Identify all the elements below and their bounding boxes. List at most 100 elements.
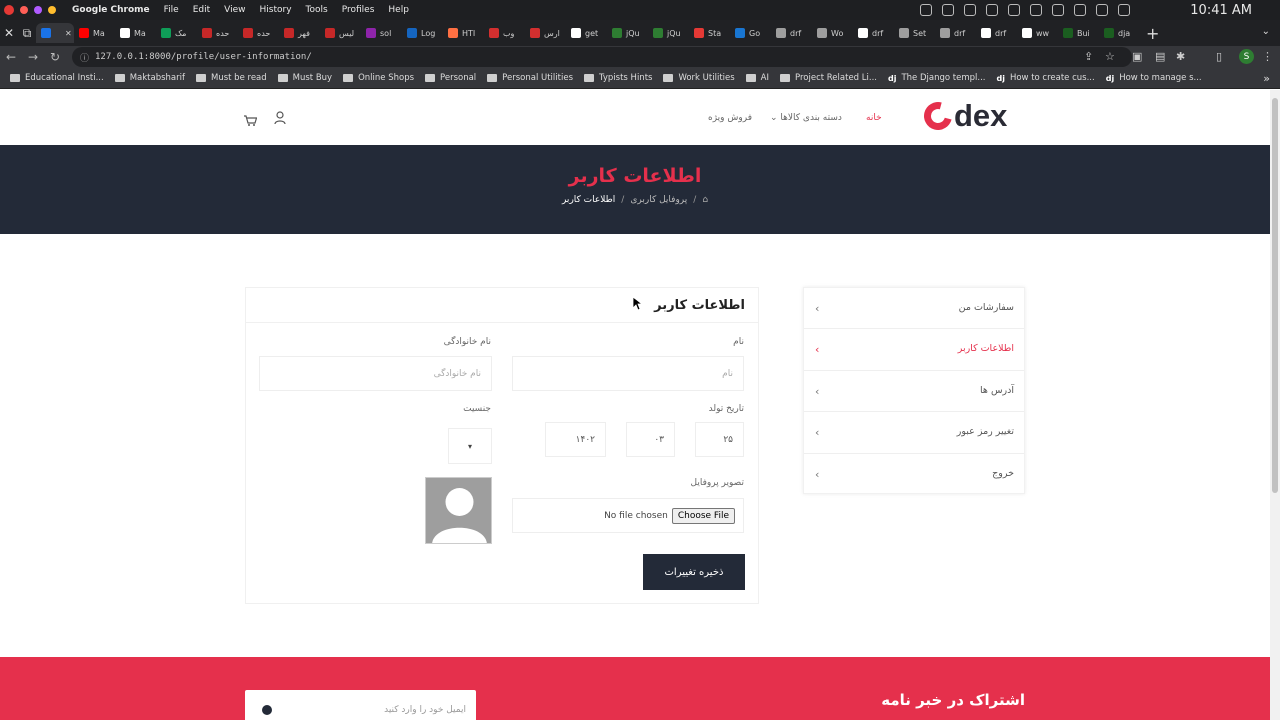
browser-tab[interactable]: drf bbox=[976, 23, 1017, 43]
save-button[interactable]: ذخیره تغییرات bbox=[643, 554, 745, 590]
menu-view[interactable]: View bbox=[224, 5, 245, 15]
bookmark-item[interactable]: AI bbox=[745, 73, 769, 83]
menu-profiles[interactable]: Profiles bbox=[342, 5, 375, 15]
menu-edit[interactable]: Edit bbox=[193, 5, 210, 15]
browser-tab[interactable]: sol bbox=[361, 23, 402, 43]
zoom-window-icon[interactable] bbox=[48, 6, 56, 14]
browser-tab[interactable]: drf bbox=[935, 23, 976, 43]
browser-tab[interactable]: drf bbox=[771, 23, 812, 43]
browser-tab[interactable]: drf bbox=[853, 23, 894, 43]
sidebar-item[interactable]: ‹ خروج bbox=[804, 454, 1024, 495]
subscribe-button[interactable] bbox=[262, 705, 272, 715]
app-icon[interactable] bbox=[964, 4, 976, 16]
browser-tab[interactable]: get bbox=[566, 23, 607, 43]
browser-tab[interactable]: Bui bbox=[1058, 23, 1099, 43]
browser-tab[interactable]: ww bbox=[1017, 23, 1058, 43]
battery-icon[interactable] bbox=[1096, 4, 1108, 16]
browser-tab[interactable]: Log bbox=[402, 23, 443, 43]
apple-logo-icon[interactable] bbox=[4, 5, 14, 15]
screenshot-icon[interactable] bbox=[942, 4, 954, 16]
bookmark-item[interactable]: Typists Hints bbox=[584, 73, 652, 83]
nav-categories[interactable]: ⌄ دسته بندی کالاها bbox=[770, 113, 842, 123]
share-icon[interactable]: ⇪ bbox=[1084, 50, 1093, 63]
browser-tab[interactable]: فهر bbox=[279, 23, 320, 43]
nav-home[interactable]: خانه bbox=[866, 113, 882, 123]
first-name-input[interactable]: نام bbox=[512, 356, 744, 391]
browser-tab[interactable]: Ma bbox=[115, 23, 156, 43]
close-window-icon[interactable] bbox=[20, 6, 28, 14]
bookmark-item[interactable]: Work Utilities bbox=[663, 73, 735, 83]
browser-tab[interactable]: Ma bbox=[74, 23, 115, 43]
bookmark-item[interactable]: dj The Django templ... bbox=[888, 73, 986, 83]
bookmark-item[interactable]: dj How to create cus... bbox=[996, 73, 1094, 83]
browser-tab[interactable]: HTI bbox=[443, 23, 484, 43]
gender-select[interactable]: ▾ bbox=[448, 428, 492, 464]
display-icon[interactable] bbox=[1008, 4, 1020, 16]
choose-file-button[interactable]: Choose File bbox=[671, 507, 735, 524]
sidebar-item[interactable]: ‹ سفارشات من bbox=[804, 288, 1024, 330]
back-icon[interactable]: ← bbox=[0, 50, 22, 64]
breadcrumb-profile[interactable]: پروفایل کاربری bbox=[630, 195, 687, 205]
volume-icon[interactable] bbox=[1052, 4, 1064, 16]
browser-tab[interactable]: Sta bbox=[689, 23, 730, 43]
keyboard-icon[interactable] bbox=[1118, 4, 1130, 16]
scrollbar-thumb[interactable] bbox=[1272, 98, 1278, 493]
bookmark-star-icon[interactable]: ☆ bbox=[1105, 50, 1115, 63]
chevron-down-icon[interactable]: ⌄ bbox=[1262, 26, 1270, 37]
bookmark-item[interactable]: Must Buy bbox=[277, 73, 332, 83]
translate-icon[interactable]: ▣ bbox=[1132, 50, 1142, 63]
bookmark-item[interactable]: Maktabsharif bbox=[114, 73, 185, 83]
page-scrollbar[interactable] bbox=[1270, 90, 1280, 720]
new-tab-icon[interactable]: + bbox=[1146, 24, 1159, 43]
browser-tab[interactable]: jQu bbox=[648, 23, 689, 43]
menu-file[interactable]: File bbox=[164, 5, 179, 15]
birth-month-input[interactable]: ۰۳ bbox=[626, 422, 675, 457]
nav-special-sale[interactable]: فروش ویژه bbox=[708, 113, 752, 123]
bookmark-item[interactable]: Personal bbox=[425, 73, 476, 83]
browser-tab[interactable]: لیس bbox=[320, 23, 361, 43]
browser-tab[interactable]: مک bbox=[156, 23, 197, 43]
more-bookmarks-icon[interactable]: » bbox=[1263, 72, 1270, 85]
browser-tab[interactable]: وب bbox=[484, 23, 525, 43]
menu-history[interactable]: History bbox=[260, 5, 292, 15]
forward-icon[interactable]: → bbox=[22, 50, 44, 64]
menu-kebab-icon[interactable]: ⋮ bbox=[1262, 50, 1273, 63]
play-icon[interactable] bbox=[1030, 4, 1042, 16]
menu-tools[interactable]: Tools bbox=[306, 5, 328, 15]
bookmark-item[interactable]: Project Related Li... bbox=[780, 73, 877, 83]
puzzle-icon[interactable]: ✱ bbox=[1176, 50, 1185, 63]
birth-day-input[interactable]: ۲۵ bbox=[695, 422, 744, 457]
profile-image-input[interactable]: No file chosen Choose File bbox=[512, 498, 744, 533]
minimize-window-icon[interactable] bbox=[34, 6, 42, 14]
microphone-icon[interactable] bbox=[920, 4, 932, 16]
clipboard-icon[interactable] bbox=[1074, 4, 1086, 16]
bookmark-item[interactable]: Must be read bbox=[196, 73, 267, 83]
bookmark-item[interactable]: Online Shops bbox=[343, 73, 414, 83]
user-icon[interactable] bbox=[274, 110, 286, 129]
browser-tab[interactable]: ✕ bbox=[36, 23, 74, 43]
app-name[interactable]: Google Chrome bbox=[72, 5, 150, 15]
sidebar-item[interactable]: ‹ آدرس ها bbox=[804, 371, 1024, 413]
browser-tab[interactable]: dja bbox=[1099, 23, 1140, 43]
browser-tab[interactable]: Wo bbox=[812, 23, 853, 43]
info-icon[interactable]: ⓘ bbox=[80, 51, 89, 64]
menu-help[interactable]: Help bbox=[388, 5, 409, 15]
sidebar-item[interactable]: ‹ اطلاعات کاربر bbox=[804, 329, 1024, 371]
tab-search-icon[interactable]: ⧉ bbox=[18, 24, 36, 42]
clock[interactable]: 10:41 AM bbox=[1190, 3, 1252, 18]
close-icon[interactable]: ✕ bbox=[0, 24, 18, 42]
profile-avatar[interactable]: S bbox=[1239, 49, 1254, 64]
browser-tab[interactable]: حده bbox=[238, 23, 279, 43]
reload-icon[interactable]: ↻ bbox=[44, 50, 66, 64]
newsletter-email-input[interactable]: ایمیل خود را وارد کنید bbox=[245, 690, 476, 720]
bookmark-item[interactable]: dj How to manage s... bbox=[1106, 73, 1202, 83]
tab-close-icon[interactable]: ✕ bbox=[65, 29, 72, 38]
browser-tab[interactable]: حده bbox=[197, 23, 238, 43]
cloud-icon[interactable] bbox=[986, 4, 998, 16]
bookmark-item[interactable]: Educational Insti... bbox=[10, 73, 104, 83]
home-icon[interactable]: ⌂ bbox=[702, 195, 708, 205]
cart-icon[interactable] bbox=[244, 111, 258, 130]
address-bar[interactable]: ⓘ 127.0.0.1:8000/profile/user-informatio… bbox=[72, 47, 1132, 67]
browser-tab[interactable]: Set bbox=[894, 23, 935, 43]
site-logo[interactable]: dex bbox=[918, 96, 1007, 136]
